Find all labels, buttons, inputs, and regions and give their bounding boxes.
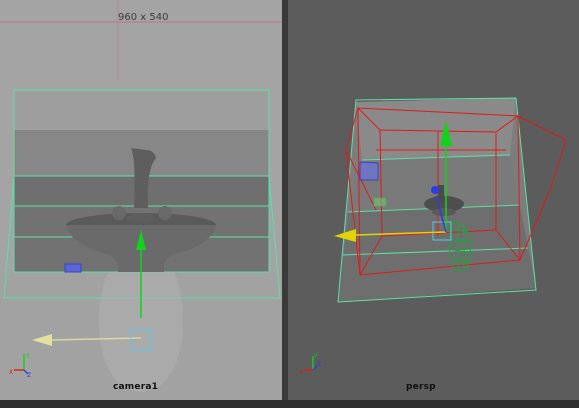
camera1-viewport[interactable]: Y X Z 960 x 540 camera1	[0, 0, 282, 400]
bottom-panel-strip	[0, 400, 579, 408]
svg-text:Z: Z	[317, 361, 321, 368]
svg-text:X: X	[299, 369, 303, 376]
resolution-gate-label: 960 x 540	[118, 12, 169, 23]
locator-marker[interactable]	[64, 263, 82, 273]
camera1-scene: Y X Z	[0, 0, 282, 400]
svg-text:X: X	[9, 369, 13, 376]
svg-text:Z: Z	[27, 372, 31, 379]
persp-viewport[interactable]: Y X Z persp	[288, 0, 579, 402]
persp-scene: Y X Z	[288, 0, 579, 402]
svg-text:Y: Y	[313, 353, 318, 360]
svg-text:Y: Y	[25, 353, 30, 360]
locator-marker[interactable]	[359, 161, 379, 181]
camera-name-label: camera1	[113, 382, 159, 392]
camera-name-label: persp	[406, 382, 436, 392]
